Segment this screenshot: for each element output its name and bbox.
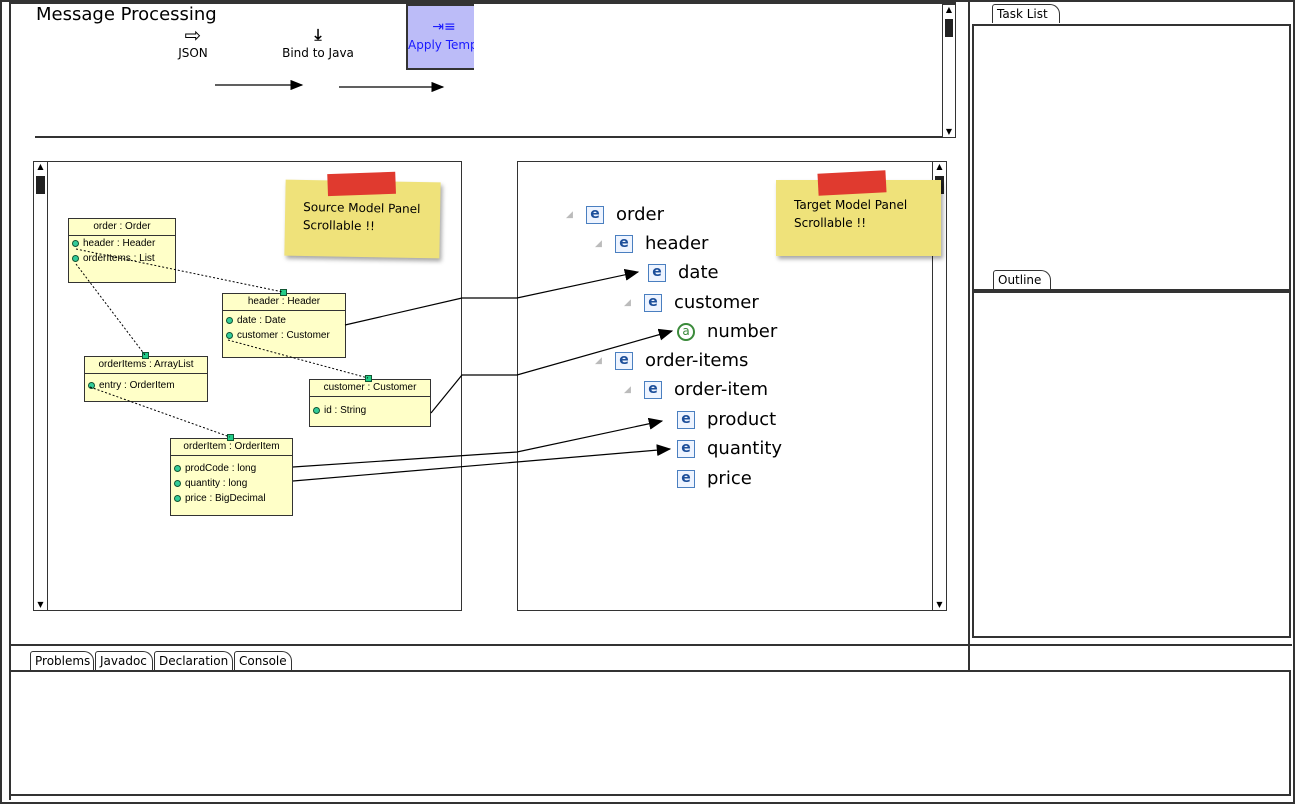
class-field[interactable]: header : Header: [69, 236, 175, 251]
expand-icon[interactable]: ◢: [624, 290, 634, 316]
note-text: Scrollable !!: [794, 216, 867, 230]
element-icon: e: [586, 206, 604, 224]
element-icon: e: [644, 294, 662, 312]
divider-horizontal: [10, 644, 1292, 646]
expand-icon[interactable]: ◢: [566, 202, 576, 228]
class-field[interactable]: orderItems : List: [69, 251, 175, 266]
divider-vertical: [968, 0, 970, 670]
element-icon: e: [677, 470, 695, 488]
uml-class-customer[interactable]: customer : Customer id : String: [309, 375, 431, 427]
tab-problems[interactable]: Problems: [30, 651, 94, 670]
connector-pin: [280, 289, 287, 296]
class-field[interactable]: quantity : long: [171, 476, 292, 491]
element-icon: e: [615, 235, 633, 253]
class-title: orderItem : OrderItem: [171, 439, 292, 456]
tree-node-price[interactable]: e price: [677, 466, 752, 492]
element-icon: e: [644, 381, 662, 399]
field-icon: [226, 317, 233, 324]
tree-node-order-items[interactable]: ◢ e order-items: [595, 348, 748, 374]
target-sticky-note: Target Model Panel Scrollable !!: [776, 170, 941, 256]
tab-javadoc[interactable]: Javadoc: [95, 651, 153, 670]
class-title: orderItems : ArrayList: [85, 357, 207, 374]
note-text: Scrollable !!: [302, 217, 376, 234]
tree-node-order-item[interactable]: ◢ e order-item: [624, 377, 768, 403]
class-title: header : Header: [223, 294, 345, 311]
tree-node-date[interactable]: e date: [648, 260, 719, 286]
field-icon: [174, 480, 181, 487]
element-icon: e: [677, 411, 695, 429]
field-icon: [174, 465, 181, 472]
outline-panel: [972, 291, 1291, 638]
field-icon: [174, 495, 181, 502]
class-field[interactable]: price : BigDecimal: [171, 491, 292, 506]
uml-class-order[interactable]: order : Order header : Header orderItems…: [68, 218, 176, 283]
attribute-icon: a: [677, 323, 695, 341]
uml-class-header[interactable]: header : Header date : Date customer : C…: [222, 289, 346, 358]
note-text: Source Model Panel: [303, 199, 421, 217]
tree-node-order[interactable]: ◢ e order: [566, 202, 664, 228]
tab-task-list[interactable]: Task List: [992, 4, 1060, 23]
class-field[interactable]: id : String: [310, 403, 430, 418]
uml-class-orderitems[interactable]: orderItems : ArrayList entry : OrderItem: [84, 352, 208, 402]
element-icon: e: [648, 264, 666, 282]
source-scrollbar[interactable]: ▲ ▼: [33, 161, 48, 611]
tab-console[interactable]: Console: [234, 651, 292, 670]
field-icon: [88, 382, 95, 389]
field-icon: [313, 407, 320, 414]
field-icon: [226, 332, 233, 339]
class-field[interactable]: entry : OrderItem: [85, 378, 207, 393]
element-icon: e: [615, 352, 633, 370]
task-list-panel: [972, 24, 1291, 291]
field-icon: [72, 255, 79, 262]
expand-icon[interactable]: ◢: [595, 231, 605, 257]
source-sticky-note: Source Model Panel Scrollable !!: [284, 171, 441, 259]
element-icon: e: [677, 440, 695, 458]
connector-pin: [227, 434, 234, 441]
expand-icon[interactable]: ◢: [595, 348, 605, 374]
connector-pin: [365, 375, 372, 382]
expand-icon[interactable]: ◢: [624, 377, 634, 403]
flow-arrows: [215, 79, 445, 93]
tab-outline[interactable]: Outline: [993, 270, 1051, 289]
tree-node-customer[interactable]: ◢ e customer: [624, 290, 759, 316]
class-field[interactable]: prodCode : long: [171, 461, 292, 476]
uml-class-orderitem[interactable]: orderItem : OrderItem prodCode : long qu…: [170, 434, 293, 516]
tab-declaration[interactable]: Declaration: [154, 651, 233, 670]
tree-node-number[interactable]: a number: [677, 319, 777, 345]
class-title: customer : Customer: [310, 380, 430, 397]
tree-node-header[interactable]: ◢ e header: [595, 231, 708, 257]
class-field[interactable]: date : Date: [223, 313, 345, 328]
class-title: order : Order: [69, 219, 175, 236]
connector-pin: [142, 352, 149, 359]
class-field[interactable]: customer : Customer: [223, 328, 345, 343]
tree-node-quantity[interactable]: e quantity: [677, 436, 782, 462]
tree-node-product[interactable]: e product: [677, 407, 776, 433]
field-icon: [72, 240, 79, 247]
bottom-panel: [9, 670, 1291, 796]
note-text: Target Model Panel: [794, 198, 908, 212]
